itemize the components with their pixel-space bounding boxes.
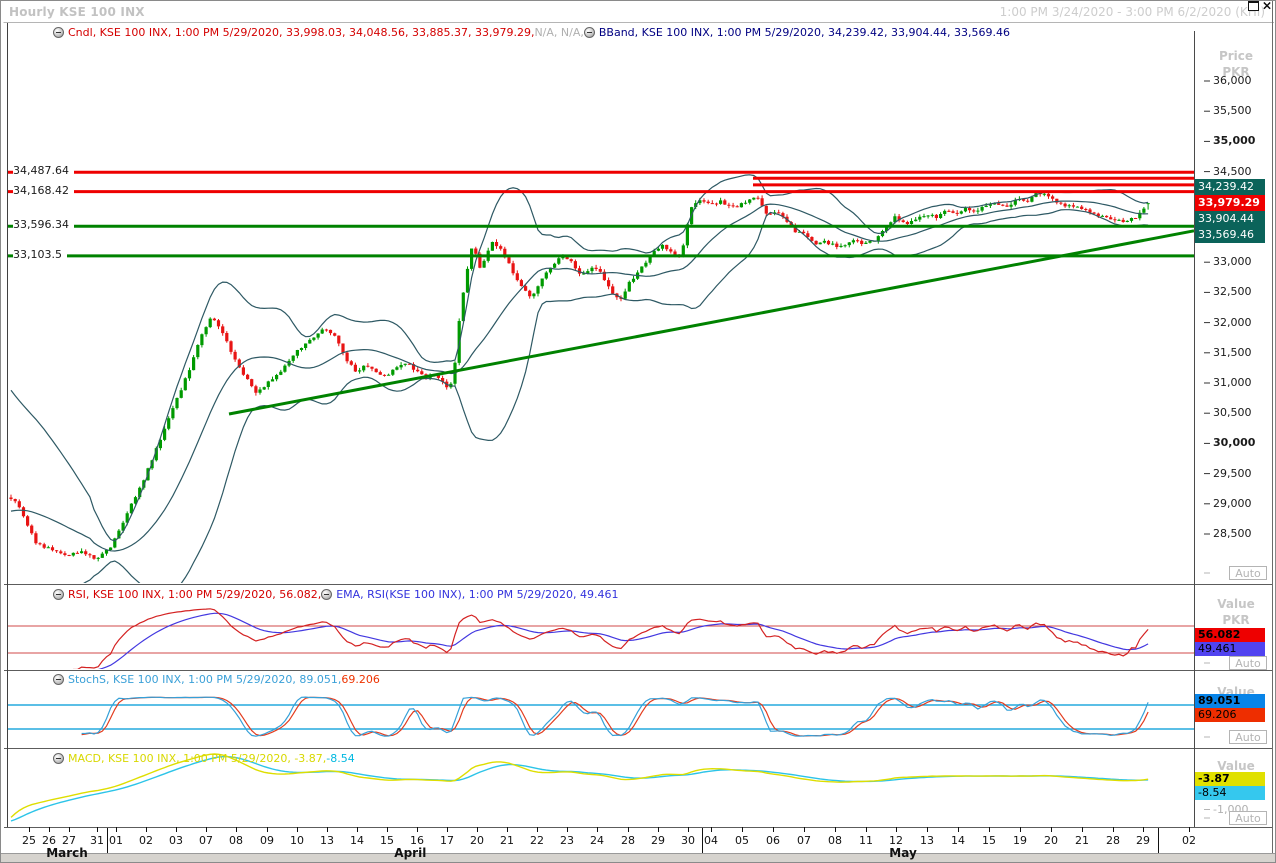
date-tick-label: 14: [951, 834, 965, 847]
date-tick-label: 25: [22, 834, 36, 847]
axis-title: Value: [1217, 759, 1255, 773]
value-box: 33,569.46: [1195, 227, 1265, 243]
date-tick-label: 15: [982, 834, 996, 847]
date-tick-label: 08: [229, 834, 243, 847]
price-tick-label: 36,000: [1213, 74, 1252, 87]
price-tick-label: 30,500: [1213, 406, 1252, 419]
legend-segment: BBand, KSE 100 INX, 1:00 PM 5/29/2020, 3…: [598, 26, 1010, 39]
value-box: -8.54: [1195, 786, 1265, 800]
price-tick-label: 31,500: [1213, 346, 1252, 359]
date-tick-label: 21: [1075, 834, 1089, 847]
legend-collapse-icon[interactable]: [53, 753, 64, 764]
value-box: 69.206: [1195, 708, 1265, 722]
horizontal-line-price-label: 34,168.42: [13, 184, 74, 197]
date-tick-label: 28: [621, 834, 635, 847]
legend-collapse-icon[interactable]: [583, 27, 595, 38]
panel-maximize-icon[interactable]: [1248, 1, 1259, 11]
date-tick-label: 10: [290, 834, 304, 847]
value-box: 33,904.44: [1195, 211, 1265, 227]
value-box: -3.87: [1195, 772, 1265, 786]
legend-segment: EMA, RSI(KSE 100 INX), 1:00 PM 5/29/2020…: [336, 588, 619, 601]
price-tick-label: 35,000: [1213, 134, 1256, 147]
value-box: 89.051: [1195, 694, 1265, 708]
legend-segment: RSI, KSE 100 INX, 1:00 PM 5/29/2020, 56.…: [68, 588, 322, 601]
price-tick-label: 30,000: [1213, 436, 1256, 449]
legend-collapse-icon[interactable]: [53, 589, 64, 600]
price-tick-label: 32,500: [1213, 285, 1252, 298]
auto-scale-button[interactable]: Auto: [1229, 730, 1267, 744]
price-tick-label: 35,500: [1213, 104, 1252, 117]
legend-collapse-icon[interactable]: [321, 589, 333, 600]
chart-window: Hourly KSE 100 INX 1:00 PM 3/24/2020 - 3…: [0, 0, 1276, 863]
date-tick-label: 02: [1182, 834, 1196, 847]
bottom-strip: [1, 853, 1275, 862]
legend-collapse-icon[interactable]: [53, 27, 64, 38]
date-tick-label: 03: [169, 834, 183, 847]
legend-rsi: RSI, KSE 100 INX, 1:00 PM 5/29/2020, 56.…: [53, 588, 618, 602]
date-tick-label: 30: [681, 834, 695, 847]
date-tick-label: 07: [199, 834, 213, 847]
value-box: 56.082: [1195, 628, 1265, 642]
legend-main: Cndl, KSE 100 INX, 1:00 PM 5/29/2020, 33…: [53, 26, 1010, 40]
price-tick-label: 34,500: [1213, 165, 1252, 178]
price-tick-label: 32,000: [1213, 316, 1252, 329]
axis-title: Value: [1217, 597, 1255, 611]
panel-close-icon[interactable]: ✕: [1262, 1, 1273, 12]
auto-scale-button[interactable]: Auto: [1229, 811, 1267, 825]
date-tick-label: 02: [139, 834, 153, 847]
date-tick-label: 21: [500, 834, 514, 847]
date-tick-label: 29: [651, 834, 665, 847]
date-tick-label: 09: [260, 834, 274, 847]
legend-segment: N/A, N/A,: [534, 26, 584, 39]
month-label: March 2020: [46, 846, 88, 862]
date-tick-label: 04: [704, 834, 718, 847]
price-tick-label: 28,500: [1213, 527, 1252, 540]
legend-segment: Cndl, KSE 100 INX, 1:00 PM 5/29/2020, 33…: [68, 26, 535, 39]
auto-scale-button[interactable]: Auto: [1229, 566, 1267, 580]
axis-title: PKR: [1222, 613, 1250, 627]
month-label: May 2020: [889, 846, 922, 862]
date-tick-label: 01: [109, 834, 123, 847]
date-tick-label: 07: [797, 834, 811, 847]
date-tick-label: 24: [590, 834, 604, 847]
horizontal-line-price-label: 33,103.5: [13, 248, 67, 261]
legend-collapse-icon[interactable]: [53, 674, 64, 685]
date-tick-label: 20: [1044, 834, 1058, 847]
date-tick-label: 29: [1136, 834, 1150, 847]
date-tick-label: 15: [380, 834, 394, 847]
date-tick-label: 20: [470, 834, 484, 847]
value-box: 34,239.42: [1195, 179, 1265, 195]
auto-scale-button[interactable]: Auto: [1229, 656, 1267, 670]
month-label: April 2020: [394, 846, 427, 862]
value-box: 33,979.29: [1195, 195, 1265, 211]
axis-title: Price: [1218, 49, 1254, 63]
horizontal-line-price-label: 34,487.64: [13, 164, 74, 177]
date-tick-label: 06: [766, 834, 780, 847]
horizontal-line-price-label: 33,596.34: [13, 218, 74, 231]
price-tick-label: 33,000: [1213, 255, 1252, 268]
chart-canvas: [3, 1, 1274, 856]
date-tick-label: 22: [530, 834, 544, 847]
legend-segment: MACD, KSE 100 INX, 1:00 PM 5/29/2020, -3…: [68, 752, 327, 765]
legend-segment: 69.206: [341, 673, 380, 686]
legend-stoch: StochS, KSE 100 INX, 1:00 PM 5/29/2020, …: [53, 673, 380, 687]
price-tick-label: 29,500: [1213, 467, 1252, 480]
legend-segment: -8.54: [326, 752, 355, 765]
date-tick-label: 11: [859, 834, 873, 847]
date-tick-label: 28: [1106, 834, 1120, 847]
date-tick-label: 13: [320, 834, 334, 847]
value-box: 49.461: [1195, 642, 1265, 656]
date-tick-label: 19: [1013, 834, 1027, 847]
date-tick-label: 05: [735, 834, 749, 847]
legend-segment: StochS, KSE 100 INX, 1:00 PM 5/29/2020, …: [68, 673, 342, 686]
price-tick-label: 31,000: [1213, 376, 1252, 389]
price-tick-label: 29,000: [1213, 497, 1252, 510]
date-tick-label: 23: [560, 834, 574, 847]
date-tick-label: 08: [828, 834, 842, 847]
date-tick-label: 17: [440, 834, 454, 847]
legend-macd: MACD, KSE 100 INX, 1:00 PM 5/29/2020, -3…: [53, 752, 355, 766]
date-tick-label: 31: [90, 834, 104, 847]
date-tick-label: 14: [350, 834, 364, 847]
